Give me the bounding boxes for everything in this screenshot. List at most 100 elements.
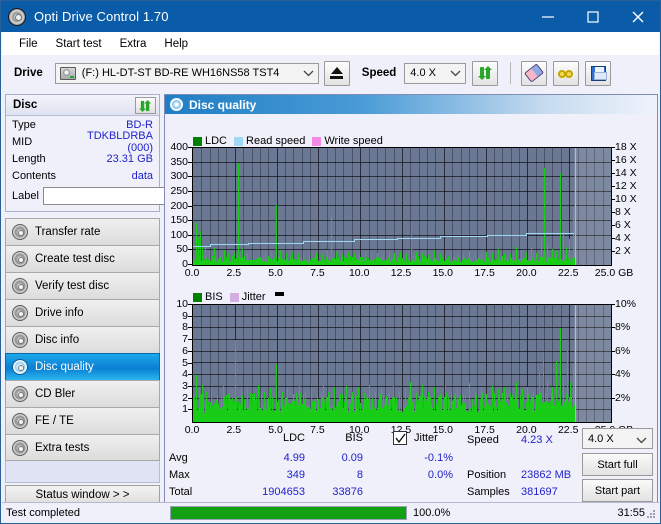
y2-axis-tick xyxy=(611,199,615,200)
data-bar-spike xyxy=(293,393,294,422)
data-bar-spike xyxy=(247,252,248,265)
disc-refresh-button[interactable] xyxy=(135,97,156,114)
save-button[interactable] xyxy=(585,60,612,86)
test-speed-value: 4.0 X xyxy=(588,432,614,445)
read-speed-line xyxy=(248,243,304,244)
stats-panel: LDC BIS Jitter Avg 4.99 0.09 -0.1% Max 3… xyxy=(165,428,657,504)
data-bar-spike xyxy=(428,254,429,265)
drive-label: Drive xyxy=(14,67,43,79)
no-data-region xyxy=(574,148,611,265)
sidebar-item-transfer-rate[interactable]: Transfer rate xyxy=(5,218,160,245)
data-bar-spike xyxy=(440,252,441,265)
sidebar-item-disc-info[interactable]: Disc info xyxy=(5,326,160,353)
data-bar-spike xyxy=(445,253,446,265)
legend-swatch-icon xyxy=(229,292,239,302)
erase-button[interactable] xyxy=(521,60,548,86)
sidebar-item-label: Extra tests xyxy=(35,441,90,454)
data-bar-spike xyxy=(317,392,318,422)
data-bar-spike xyxy=(276,205,277,265)
read-speed-line xyxy=(487,235,489,238)
start-part-button[interactable]: Start part xyxy=(582,479,653,502)
gridline-vertical xyxy=(243,148,244,265)
speed-select[interactable]: 4.0 X xyxy=(404,62,467,84)
data-bar-spike xyxy=(521,250,522,265)
sidebar-item-disc-quality[interactable]: Disc quality xyxy=(5,353,160,380)
gridline-horizontal xyxy=(193,362,611,363)
gridline-vertical xyxy=(561,148,562,265)
data-bar-spike xyxy=(214,248,215,265)
data-bar-spike xyxy=(486,252,487,265)
stats-avg-bis: 0.09 xyxy=(341,452,363,464)
data-bar-spike xyxy=(199,386,200,422)
y-axis-tick-label: 6 xyxy=(182,344,188,357)
data-bar-spike xyxy=(359,254,360,265)
minimize-icon[interactable] xyxy=(525,1,570,32)
bis-plot-area[interactable] xyxy=(192,304,612,423)
gridline-horizontal xyxy=(193,147,611,148)
sidebar-item-create-test-disc[interactable]: Create test disc xyxy=(5,245,160,272)
test-speed-select[interactable]: 4.0 X xyxy=(582,428,653,449)
resize-grip[interactable] xyxy=(647,510,656,519)
sidebar-item-drive-info[interactable]: Drive info xyxy=(5,299,160,326)
y-axis-tick-label: 3 xyxy=(182,379,188,392)
gridline-vertical xyxy=(335,148,336,265)
data-bar-spike xyxy=(228,253,229,265)
start-full-button[interactable]: Start full xyxy=(582,453,653,476)
disc-icon xyxy=(12,439,28,456)
stats-avg-ldc: 4.99 xyxy=(283,452,305,464)
disc-icon xyxy=(12,278,28,294)
sidebar-item-cd-bler[interactable]: CD Bler xyxy=(5,380,160,407)
drive-select[interactable]: (F:) HL-DT-ST BD-RE WH16NS58 TST4 xyxy=(54,62,319,84)
y-axis-tick-label: 9 xyxy=(182,309,188,322)
data-bar-spike xyxy=(543,351,544,422)
maximize-icon[interactable] xyxy=(570,1,615,32)
read-speed-line xyxy=(440,236,488,237)
gridline-horizontal xyxy=(193,176,611,177)
data-bar-spike xyxy=(381,386,382,422)
progress-bar-fill xyxy=(171,506,406,519)
data-bar-spike xyxy=(211,386,212,422)
data-bar-spike xyxy=(224,249,225,265)
y2-axis-tick xyxy=(611,251,615,252)
data-bar-spike xyxy=(206,391,207,422)
y2-axis-tick xyxy=(611,350,615,352)
gridline-horizontal xyxy=(193,374,611,375)
menu-item-start-test[interactable]: Start test xyxy=(47,36,111,52)
data-bar-spike xyxy=(422,253,423,265)
y-axis-tick xyxy=(188,176,192,178)
settings-button[interactable] xyxy=(553,60,580,86)
y2-axis-tick xyxy=(611,374,615,376)
sidebar-item-fe-te[interactable]: FE / TE xyxy=(5,407,160,434)
data-bar-spike xyxy=(510,392,511,422)
x-axis-tick-label: 10.0 xyxy=(348,267,370,279)
y-axis-tick xyxy=(188,205,192,207)
gridline-horizontal xyxy=(193,316,611,317)
y-axis-tick xyxy=(188,249,192,251)
sidebar-item-verify-test-disc[interactable]: Verify test disc xyxy=(5,272,160,299)
disc-icon xyxy=(12,386,28,402)
data-bar-spike xyxy=(416,251,417,265)
gridline-vertical xyxy=(469,148,470,265)
gridline-horizontal xyxy=(193,386,611,387)
y2-axis-tick-label: 2% xyxy=(615,391,631,404)
data-bar-spike xyxy=(270,388,271,422)
position-cursor xyxy=(575,148,576,265)
menu-item-help[interactable]: Help xyxy=(155,36,197,52)
menu-item-file[interactable]: File xyxy=(10,36,47,52)
x-axis-tick-label: 22.5 xyxy=(557,267,579,279)
data-bar-spike xyxy=(348,251,349,265)
read-speed-line xyxy=(193,246,210,247)
sidebar-item-extra-tests[interactable]: Extra tests xyxy=(5,434,160,461)
y-axis-tick-label: 350 xyxy=(170,155,188,168)
y2-axis-tick xyxy=(611,225,615,226)
refresh-drive-button[interactable] xyxy=(472,60,499,86)
data-bar-spike xyxy=(552,386,553,422)
jitter-label: Jitter xyxy=(414,432,438,444)
ldc-plot-area[interactable] xyxy=(192,147,612,266)
eject-button[interactable] xyxy=(323,60,350,86)
jitter-checkbox[interactable] xyxy=(393,431,407,445)
close-icon[interactable] xyxy=(615,1,660,32)
data-bar-spike xyxy=(481,253,482,265)
y-axis-tick xyxy=(188,327,192,329)
menu-item-extra[interactable]: Extra xyxy=(111,36,156,52)
